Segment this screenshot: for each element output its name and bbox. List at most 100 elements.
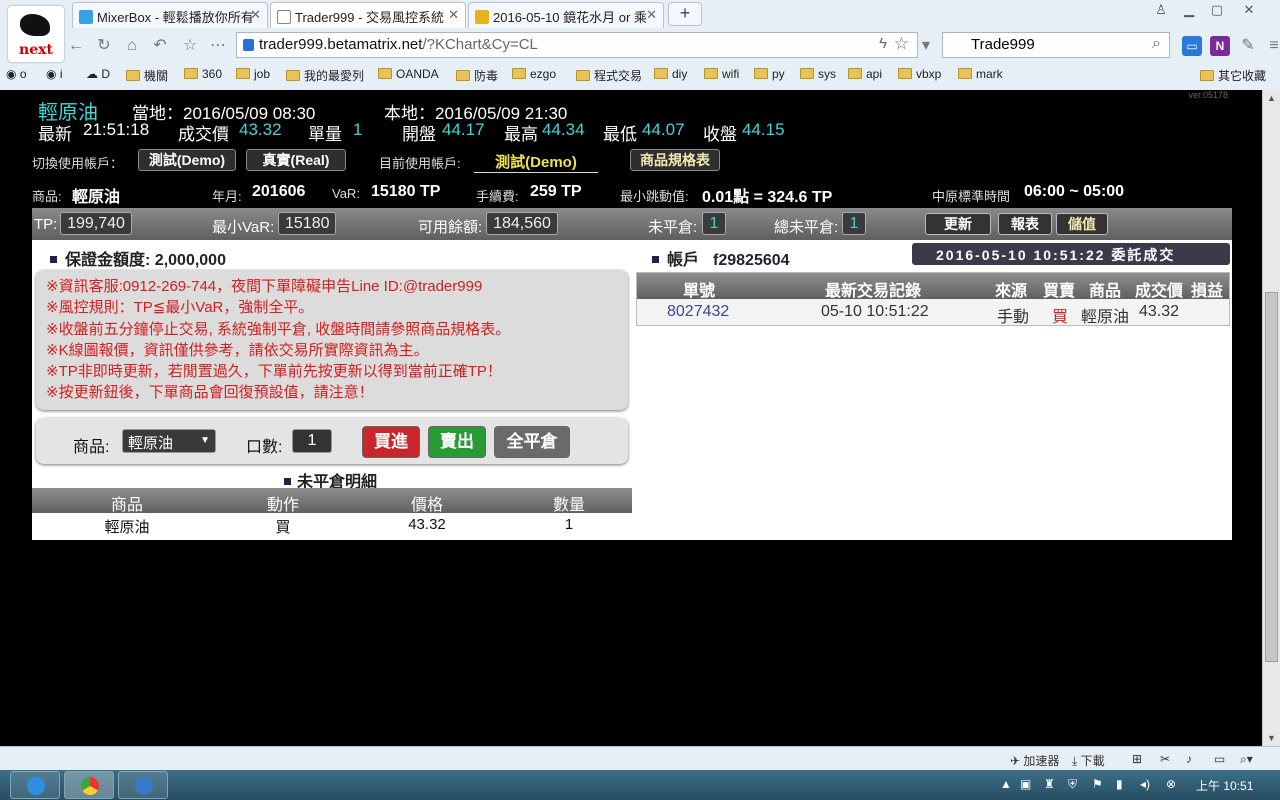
bookmark-star-icon[interactable]: ☆ (894, 34, 909, 54)
taskbar-ie[interactable] (10, 771, 60, 799)
notice-line: ※K線圖報價，資訊僅供參考，請依交易所實際資訊為主。 (46, 341, 429, 359)
flag-icon[interactable]: ⚑ (1092, 777, 1103, 791)
bookmark-folder[interactable]: mark (958, 67, 1003, 81)
more-icon[interactable]: ⋯ (208, 36, 228, 56)
bookmark-i[interactable]: ◉ i (46, 67, 62, 81)
bookmark-folder[interactable]: 我的最愛列 (286, 67, 364, 84)
volume-icon[interactable]: ◂) (1140, 777, 1150, 791)
bookmark-folder[interactable]: 防毒 (456, 67, 498, 84)
close-window-icon[interactable]: ✕ (1236, 2, 1262, 20)
spec-table-button[interactable]: 商品規格表 (630, 149, 720, 171)
bookmark-folder[interactable]: 360 (184, 67, 222, 81)
bookmark-d[interactable]: ☁ D (86, 67, 110, 81)
clock[interactable]: 上午 10:51 (1196, 777, 1253, 794)
bookmark-folder[interactable]: diy (654, 67, 687, 81)
bookmark-folder[interactable]: ezgo (512, 67, 556, 81)
notice-line: ※風控規則：TP≦最小VaR，強制全平。 (46, 299, 314, 317)
bookmark-folder[interactable]: vbxp (898, 67, 941, 81)
bookmark-other[interactable]: 其它收藏 (1200, 67, 1266, 84)
onenote-icon[interactable]: N (1210, 36, 1230, 56)
bookmark-folder[interactable]: api (848, 67, 882, 81)
buy-button[interactable]: 買進 (362, 426, 420, 458)
minimize-icon[interactable]: ▁ (1176, 2, 1202, 20)
bookmark-folder[interactable]: sys (800, 67, 836, 81)
positions-header: 商品 動作 價格 數量 (32, 488, 632, 514)
tab-close-icon[interactable]: ✕ (250, 7, 261, 23)
total-open-label: 總未平倉: (774, 219, 839, 236)
cell-side: 買 (1052, 309, 1069, 326)
search-box[interactable]: Trade999 ⌕ (942, 32, 1170, 58)
col-action: 動作 (266, 497, 299, 514)
sound-icon[interactable]: ♪ (1186, 752, 1192, 766)
window-icon[interactable]: ▭ (1214, 752, 1225, 766)
tools-icon[interactable]: ✎ (1238, 36, 1258, 56)
shirt-icon[interactable]: ♙ (1148, 2, 1174, 20)
margin-label: 保證金額度: (65, 252, 151, 269)
tab-close-icon[interactable]: ✕ (448, 7, 459, 23)
cut-icon[interactable]: ✂ (1160, 752, 1170, 766)
col-product: 商品 (110, 497, 143, 514)
bookmark-folder[interactable]: 機關 (126, 67, 168, 84)
undo-icon[interactable]: ↶ (150, 36, 170, 56)
scroll-thumb[interactable] (1265, 292, 1278, 662)
deposit-button[interactable]: 儲值 (1056, 213, 1108, 235)
scroll-up-icon[interactable]: ▲ (1263, 90, 1280, 106)
back-icon[interactable]: ← (66, 36, 86, 56)
tab-mixerbox[interactable]: MixerBox - 輕鬆播放你所有 ✕ (72, 2, 268, 28)
close-circle-icon[interactable]: ⊗ (1166, 777, 1176, 791)
product-select[interactable]: 輕原油 ▼ (122, 429, 216, 453)
report-button[interactable]: 報表 (998, 213, 1052, 235)
bookmark-folder[interactable]: job (236, 67, 270, 81)
tab-close-icon[interactable]: ✕ (646, 7, 657, 23)
battery-icon[interactable]: ▮ (1116, 777, 1123, 791)
search-icon[interactable]: ⌕ (1152, 35, 1161, 53)
bookmark-folder[interactable]: OANDA (378, 67, 439, 81)
demo-account-button[interactable]: 測試(Demo) (138, 149, 236, 171)
tab-trader999[interactable]: Trader999 - 交易風控系統 ✕ (270, 2, 466, 28)
lightning-icon[interactable]: ϟ (879, 35, 887, 52)
maximize-icon[interactable]: ▢ (1204, 2, 1230, 20)
open-positions-label: 未平倉: (648, 219, 698, 236)
new-tab-button[interactable]: + (668, 2, 702, 26)
trade-records-table: 單號 最新交易記錄 來源 買賣 商品 成交價 損益 8027432 05-10 … (636, 272, 1230, 326)
bookmark-folder[interactable]: py (754, 67, 785, 81)
table-row[interactable]: 輕原油 買 43.32 1 (32, 513, 632, 537)
star-icon[interactable]: ☆ (180, 36, 200, 56)
notice-line: ※按更新鈕後，下單商品會回復預設值，請注意！ (46, 384, 374, 402)
accelerator-button[interactable]: ✈ 加速器 (1010, 752, 1059, 769)
home-icon[interactable]: ⌂ (122, 36, 142, 56)
taskbar-ie-alt[interactable] (118, 771, 168, 799)
browser-logo[interactable]: next (8, 6, 64, 62)
trade-records-header: 單號 最新交易記錄 來源 買賣 商品 成交價 損益 (637, 273, 1229, 300)
tp-bar: TP: 199,740 最小VaR: 15180 可用餘額: 184,560 未… (32, 208, 1232, 240)
sell-button[interactable]: 賣出 (428, 426, 486, 458)
account-label: 帳戶 (667, 252, 700, 269)
vertical-scrollbar[interactable]: ▲ ▼ (1262, 90, 1280, 746)
reload-icon[interactable]: ↻ (94, 36, 114, 56)
tab-blog[interactable]: 2016-05-10 鏡花水月 or 乘 ✕ (468, 2, 664, 28)
security-icon[interactable]: ⛨ (1068, 777, 1077, 792)
qty-label: 口數: (246, 439, 283, 456)
cell-source: 手動 (997, 309, 1030, 326)
tray-expand-icon[interactable]: ▲ (1000, 777, 1012, 791)
bookmark-o[interactable]: ◉ o (6, 67, 27, 81)
screen-icon[interactable]: ▭ (1182, 36, 1202, 56)
taskbar-chrome[interactable] (64, 771, 114, 799)
qty-input[interactable]: 1 (292, 429, 332, 453)
address-dropdown-icon[interactable]: ▾ (916, 36, 936, 56)
real-account-button[interactable]: 真實(Real) (246, 149, 346, 171)
download-button[interactable]: ⤓ 下載 (1072, 752, 1105, 769)
grid-icon[interactable]: ⊞ (1132, 752, 1142, 766)
network-icon[interactable]: ▣ (1020, 777, 1031, 791)
address-bar[interactable]: trader999.betamatrix.net/?KChart&Cy=CL ϟ… (236, 32, 918, 58)
menu-icon[interactable]: ≡ (1264, 36, 1280, 56)
bookmark-folder[interactable]: 程式交易 (576, 67, 642, 84)
bookmark-folder[interactable]: wifi (704, 67, 739, 81)
rocket-icon[interactable]: ♜ (1044, 777, 1055, 791)
close-all-button[interactable]: 全平倉 (494, 426, 570, 458)
table-row[interactable]: 8027432 05-10 10:51:22 手動 買 輕原油 43.32 (637, 299, 1229, 326)
low-label: 最低 (603, 125, 637, 144)
scroll-down-icon[interactable]: ▼ (1263, 730, 1280, 746)
refresh-button[interactable]: 更新 (925, 213, 991, 235)
zoom-icon[interactable]: ⌕▾ (1240, 752, 1253, 767)
